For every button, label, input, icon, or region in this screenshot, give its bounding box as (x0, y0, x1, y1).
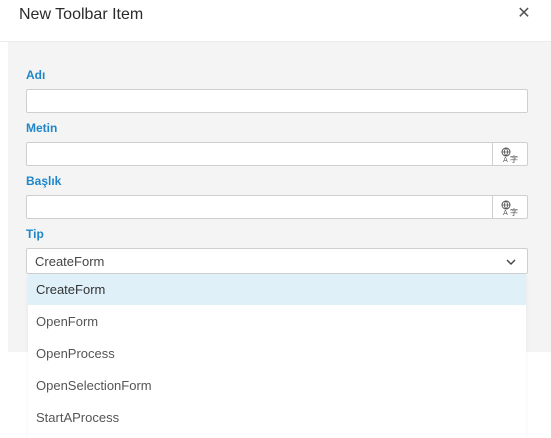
caption-label: Başlık (26, 174, 62, 188)
dropdown-option[interactable]: CreateForm (28, 274, 526, 305)
type-select[interactable]: CreateForm (26, 248, 528, 274)
dropdown-option[interactable]: OpenSelectionForm (28, 370, 526, 401)
svg-text:A: A (503, 209, 508, 216)
type-label: Tip (26, 227, 44, 241)
name-input[interactable] (26, 89, 528, 113)
chevron-down-icon (506, 259, 516, 265)
svg-text:字: 字 (510, 154, 518, 163)
name-label: Adı (26, 68, 46, 82)
dropdown-option[interactable]: OpenForm (28, 306, 526, 337)
text-label: Metin (26, 121, 58, 135)
caption-translate-button[interactable]: A 字 (493, 195, 528, 219)
type-select-value: CreateForm (35, 254, 105, 269)
translate-icon: A 字 (501, 147, 518, 163)
svg-text:A: A (503, 156, 508, 163)
dialog-title: New Toolbar Item (19, 6, 144, 23)
close-icon[interactable]: ✕ (514, 4, 534, 24)
dialog-header: New Toolbar Item ✕ (0, 0, 551, 42)
text-input[interactable] (26, 142, 493, 166)
new-toolbar-item-dialog: New Toolbar Item ✕ Adı Metin A 字 Başlık … (0, 0, 551, 438)
caption-input[interactable] (26, 195, 493, 219)
translate-icon: A 字 (501, 200, 518, 216)
dropdown-option[interactable]: StartAProcess (28, 402, 526, 433)
text-translate-button[interactable]: A 字 (493, 142, 528, 166)
type-dropdown-list: CreateForm OpenForm OpenProcess OpenSele… (28, 274, 526, 438)
dropdown-option[interactable]: OpenProcess (28, 338, 526, 369)
svg-text:字: 字 (510, 207, 518, 216)
